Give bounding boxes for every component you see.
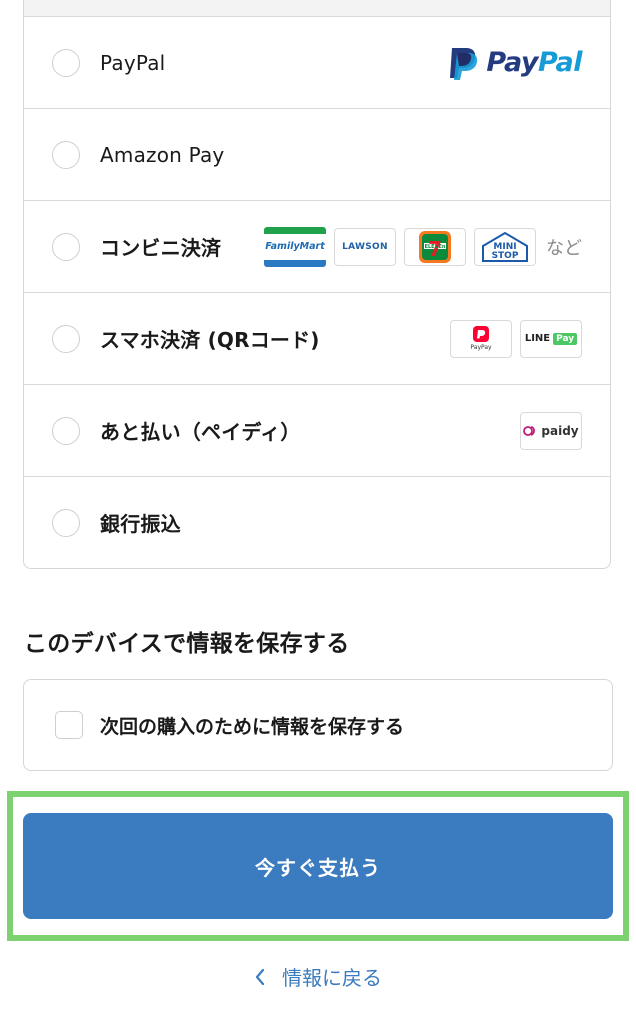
bank-transfer-radio[interactable] [52,508,80,537]
paypal-word-pay: Pay [486,47,538,78]
paypay-icon [473,326,489,342]
payment-option-paidy[interactable]: あと払い（ペイディ） paidy [24,385,610,477]
qr-radio[interactable] [52,324,80,353]
paidy-radio[interactable] [52,416,80,445]
paypay-logo: PayPay [450,319,512,358]
payment-option-label: あと払い（ペイディ） [100,420,301,444]
paidy-logo: paidy [520,411,582,450]
checkout-page: PayPal PayPal Amazon Pay コンビニ決済 FamilyMa… [0,0,636,1024]
etc-text: など [546,237,582,259]
payment-option-qr[interactable]: スマホ決済 (QRコード) PayPay LINE Pay [24,293,610,385]
seven-eleven-logo: 7 ELEVEn [404,227,466,266]
line-text: LINE [524,333,551,344]
convenience-logos: FamilyMart LAWSON 7 ELEVEn MINI STOP など [264,226,582,267]
payment-option-label: 銀行振込 [100,512,181,536]
save-info-heading: このデバイスで情報を保存する [24,631,350,657]
paidy-icon [523,425,536,436]
line-pay-logo: LINE Pay [520,319,582,358]
paypal-radio[interactable] [52,48,80,77]
payment-option-label: PayPal [100,50,166,75]
payment-option-label: スマホ決済 (QRコード) [100,328,320,352]
paypay-text: PayPay [470,344,492,351]
payment-option-amazon-pay[interactable]: Amazon Pay [24,109,610,201]
paidy-logos: paidy [520,411,582,450]
back-to-information-link[interactable]: 情報に戻る [0,962,636,991]
paidy-text: paidy [541,423,579,438]
payment-option-label: Amazon Pay [100,142,225,167]
payment-option-convenience[interactable]: コンビニ決済 FamilyMart LAWSON 7 ELEVEn MINI S… [24,201,610,293]
seven-text: ELEVEn [425,244,446,250]
paypal-word-pal: Pal [537,47,583,78]
ministop-line2: STOP [492,251,519,261]
ministop-icon: MINI STOP [482,231,528,262]
lawson-logo: LAWSON [334,227,396,266]
pay-now-button[interactable]: 今すぐ支払う [23,813,613,919]
amazon-pay-radio[interactable] [52,140,80,169]
save-info-option[interactable]: 次回の購入のために情報を保存する [23,679,613,771]
familymart-text: FamilyMart [264,233,326,260]
chevron-left-icon [254,968,266,986]
seven-eleven-icon: 7 ELEVEn [419,230,451,263]
ministop-logo: MINI STOP [474,227,536,266]
familymart-logo: FamilyMart [264,226,326,267]
convenience-radio[interactable] [52,232,80,261]
payment-option-bank-transfer[interactable]: 銀行振込 [24,477,610,568]
save-info-label: 次回の購入のために情報を保存する [100,715,405,738]
back-link-label: 情報に戻る [282,966,382,990]
qr-logos: PayPay LINE Pay [450,319,582,358]
payment-option-label: コンビニ決済 [100,236,222,260]
payment-option-paypal[interactable]: PayPal PayPal [24,17,610,109]
paypal-logo: PayPal [448,46,583,80]
save-info-checkbox[interactable] [55,711,83,739]
payment-methods-list: PayPal PayPal Amazon Pay コンビニ決済 FamilyMa… [23,0,611,569]
line-pay-text: Pay [553,332,578,345]
previous-section-strip [24,0,610,17]
paypal-icon [450,47,478,80]
